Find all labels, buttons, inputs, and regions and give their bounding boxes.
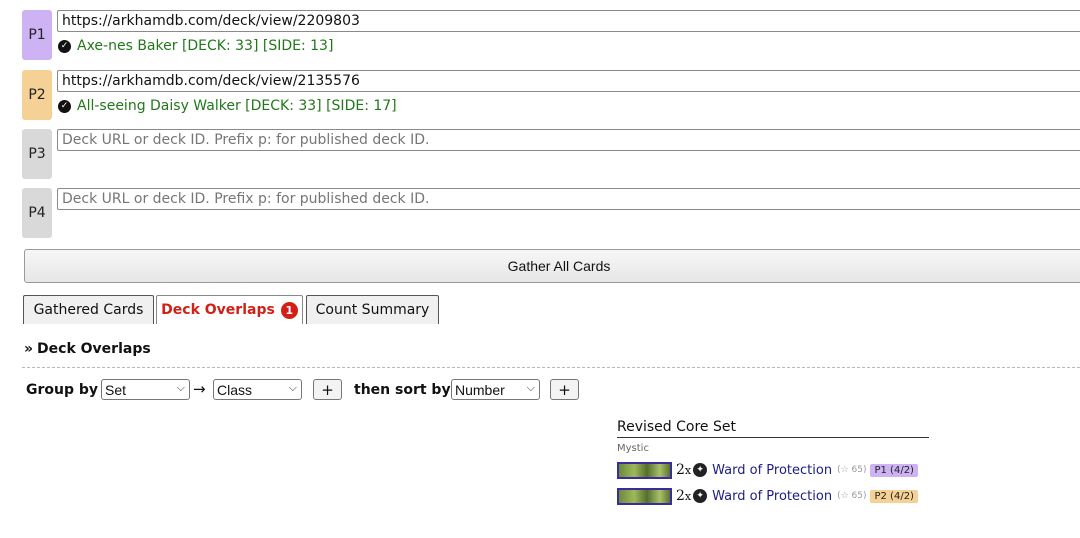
deck-status-text: Axe-nes Baker [DECK: 33] [SIDE: 13]: [77, 38, 334, 54]
owner-badge-p2: P2 (4/2): [870, 489, 918, 503]
class-group-label: Mystic: [617, 443, 649, 454]
tab-deck-overlaps[interactable]: Deck Overlaps 1: [156, 295, 303, 324]
player-badge-p3: P3: [22, 129, 52, 179]
deck-url-input-p2[interactable]: [57, 70, 1080, 92]
player-badge-p4: P4: [22, 188, 52, 238]
mystic-icon: ✦: [693, 489, 708, 503]
check-circle-icon: ✓: [58, 39, 71, 53]
player-row-p2: P2 ✓ All-seeing Daisy Walker [DECK: 33] …: [22, 70, 1080, 120]
player-badge-p2: P2: [22, 70, 52, 120]
card-thumbnail: [617, 461, 672, 479]
group-by-select-2[interactable]: Class ⌵: [213, 379, 302, 400]
set-number: (☆ 65): [837, 465, 867, 475]
set-number: (☆ 65): [837, 491, 867, 501]
chevron-down-icon: ⌵: [288, 382, 297, 394]
owner-badge-p1: P1 (4/2): [870, 463, 918, 477]
deck-url-input-p4[interactable]: [57, 188, 1080, 210]
card-name-link[interactable]: Ward of Protection: [712, 489, 832, 504]
arrow-right-icon: →: [193, 380, 206, 398]
add-group-button[interactable]: +: [313, 379, 342, 400]
tab-label: Count Summary: [315, 302, 430, 318]
sort-by-label: then sort by: [354, 382, 451, 398]
tab-gathered-cards[interactable]: Gathered Cards: [23, 295, 154, 324]
card-thumbnail: [617, 487, 672, 505]
deck-status-p2: ✓ All-seeing Daisy Walker [DECK: 33] [SI…: [58, 98, 397, 114]
sort-by-select[interactable]: Number ⌵: [451, 379, 540, 400]
notification-badge: 1: [280, 301, 298, 319]
deck-status-text: All-seeing Daisy Walker [DECK: 33] [SIDE…: [77, 98, 397, 114]
mystic-icon: ✦: [693, 463, 708, 477]
player-badge-p1: P1: [22, 10, 52, 60]
card-row: 2x ✦ Ward of Protection (☆ 65) P1 (4/2): [617, 460, 918, 480]
card-name-link[interactable]: Ward of Protection: [712, 463, 832, 478]
card-quantity: 2x: [676, 462, 692, 478]
tab-label: Gathered Cards: [33, 302, 144, 318]
player-row-p4: P4: [22, 188, 1080, 238]
set-group-title: Revised Core Set: [617, 419, 929, 438]
gather-all-cards-button[interactable]: Gather All Cards: [24, 249, 1080, 283]
chevron-down-icon: ⌵: [526, 382, 535, 394]
player-row-p3: P3: [22, 129, 1080, 179]
section-divider: [22, 367, 1080, 368]
card-quantity: 2x: [676, 488, 692, 504]
select-value: Number: [455, 381, 505, 398]
group-by-select-1[interactable]: Set ⌵: [101, 379, 190, 400]
group-by-label: Group by: [26, 382, 99, 398]
deck-url-input-p3[interactable]: [57, 129, 1080, 151]
section-heading: » Deck Overlaps: [24, 341, 151, 357]
add-sort-button[interactable]: +: [550, 379, 579, 400]
player-row-p1: P1 ✓ Axe-nes Baker [DECK: 33] [SIDE: 13]: [22, 10, 1080, 60]
tab-label: Deck Overlaps: [161, 302, 275, 318]
select-value: Class: [217, 381, 253, 398]
tab-count-summary[interactable]: Count Summary: [306, 295, 439, 324]
check-circle-icon: ✓: [58, 99, 71, 113]
double-chevron-right-icon: »: [24, 341, 34, 357]
chevron-down-icon: ⌵: [176, 382, 185, 394]
deck-url-input-p1[interactable]: [57, 10, 1080, 32]
card-row: 2x ✦ Ward of Protection (☆ 65) P2 (4/2): [617, 486, 918, 506]
section-title: Deck Overlaps: [37, 341, 151, 357]
deck-status-p1: ✓ Axe-nes Baker [DECK: 33] [SIDE: 13]: [58, 38, 333, 54]
select-value: Set: [105, 381, 127, 398]
